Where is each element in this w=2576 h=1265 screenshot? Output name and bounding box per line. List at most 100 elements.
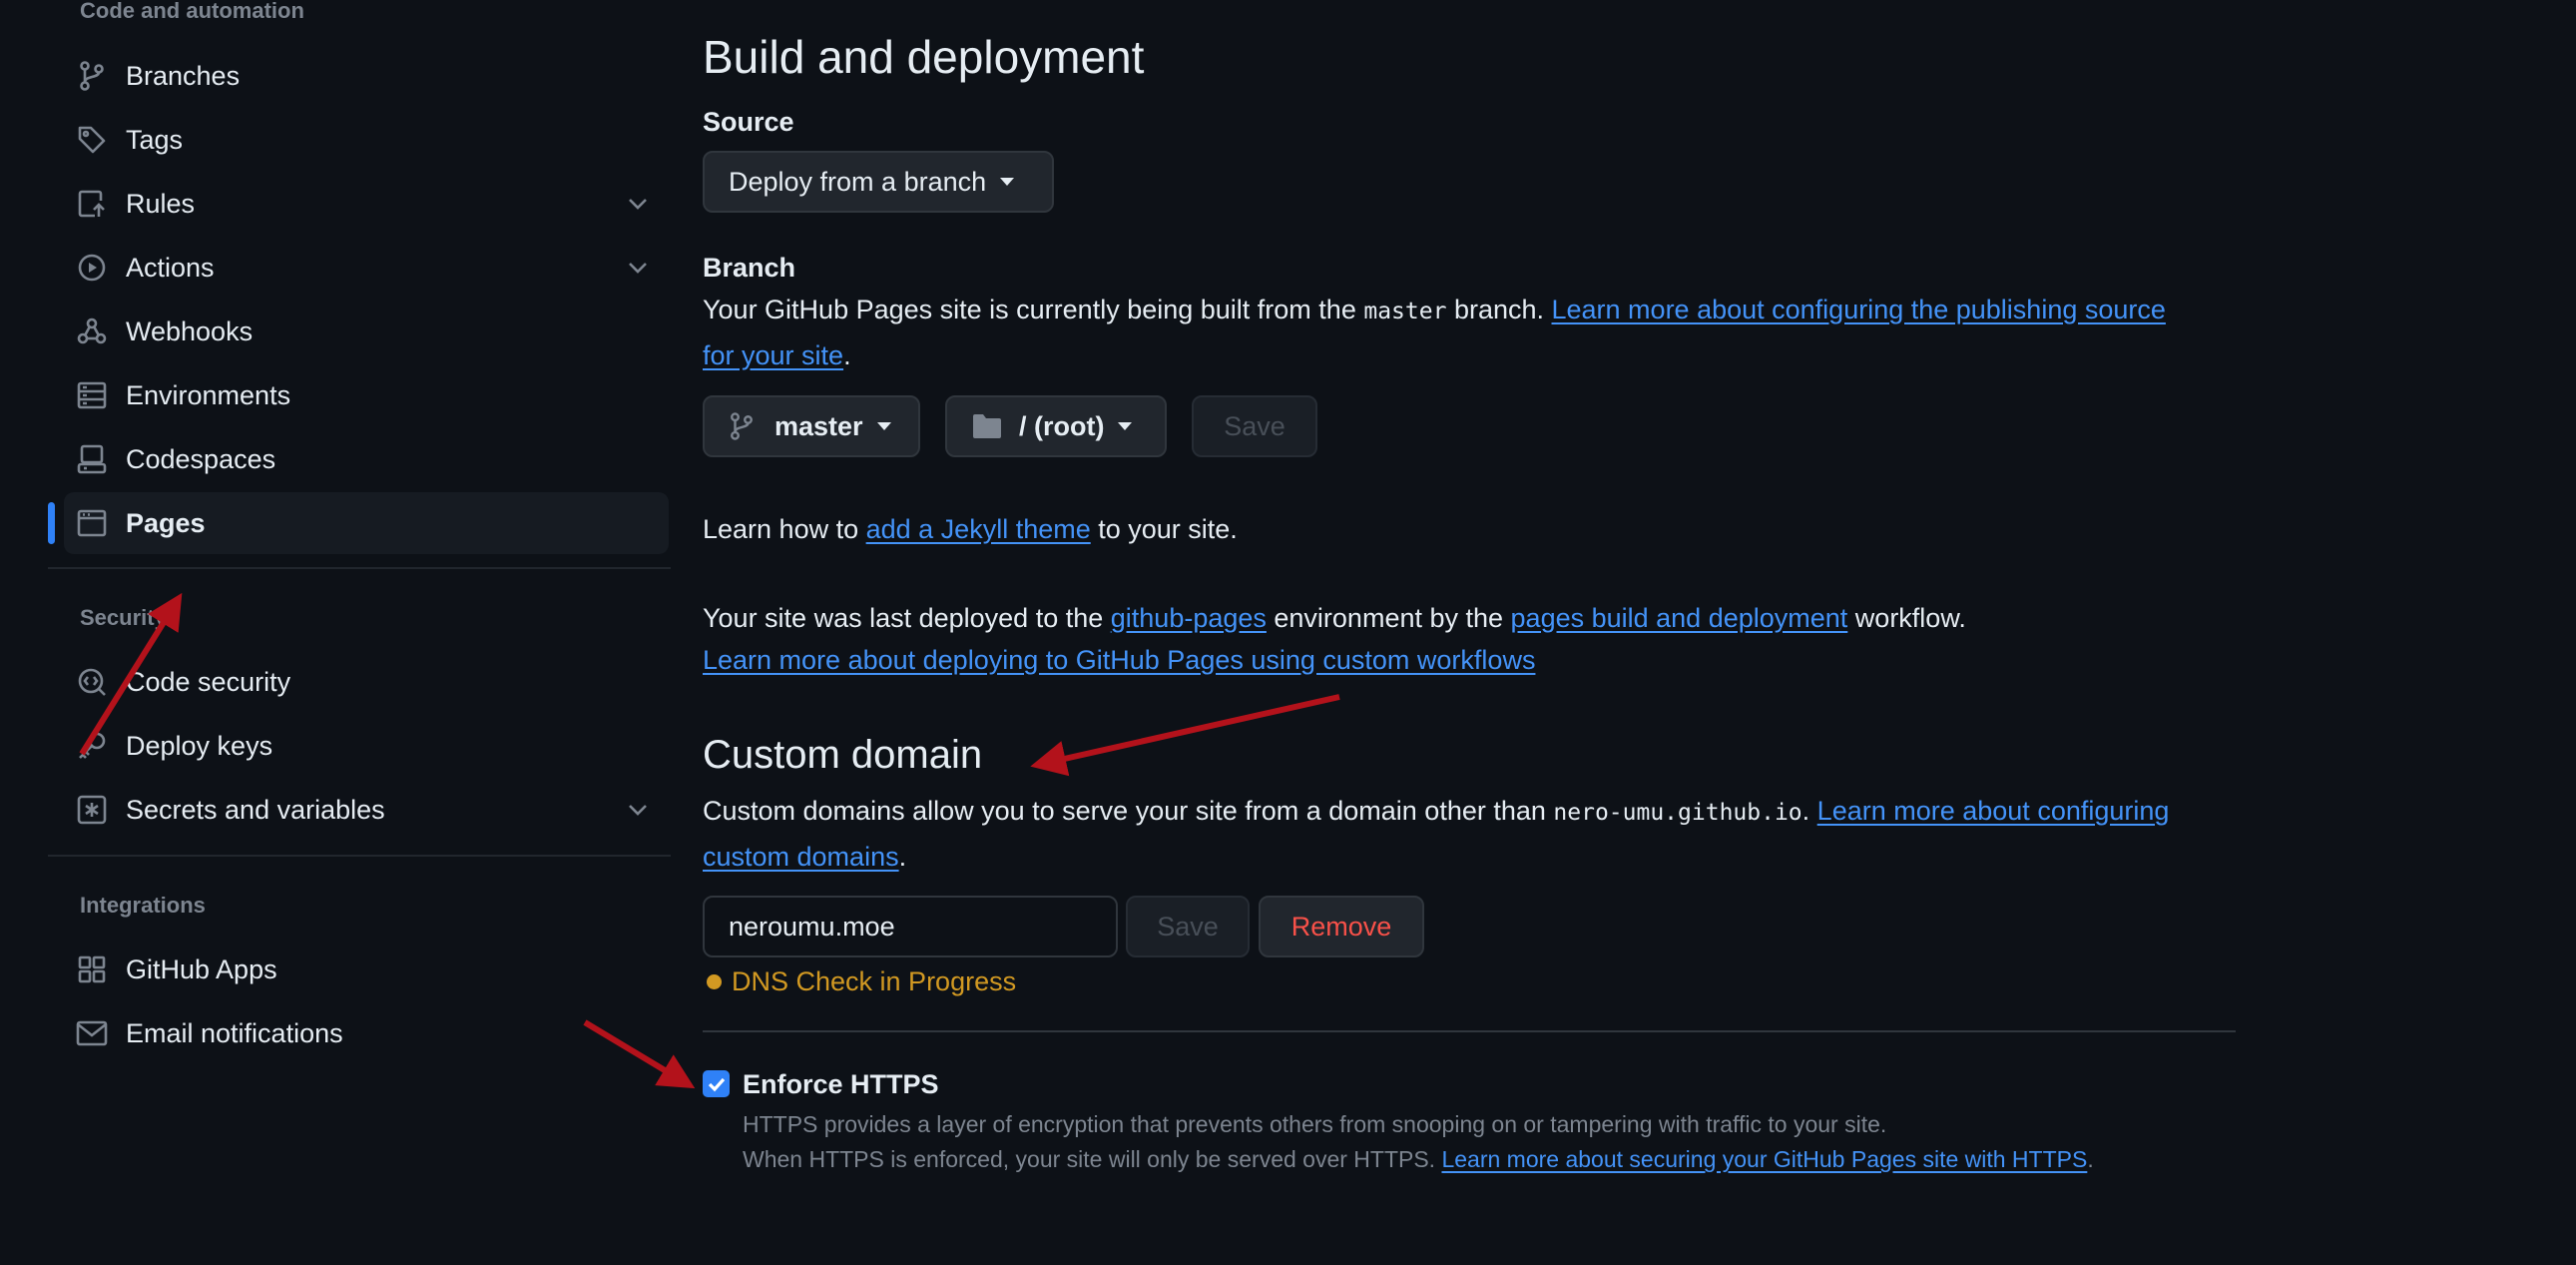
section-divider [703,1030,2236,1032]
checkmark-icon [708,1077,725,1091]
settings-page: Code and automation Branches Tags Rules … [0,0,2576,1265]
sidebar-item-branches[interactable]: Branches [64,45,669,107]
rules-icon [76,188,108,220]
branch-icon [731,412,753,440]
branch-select[interactable]: master [703,395,920,457]
publishing-source-link[interactable]: Learn more about configuring the publish… [1552,295,2166,324]
sidebar-item-label: Codespaces [126,444,276,474]
sidebar-item-github-apps[interactable]: GitHub Apps [64,939,669,1000]
sidebar-item-environments[interactable]: Environments [64,364,669,426]
chevron-down-icon[interactable] [625,797,651,823]
play-circle-icon [76,252,108,284]
sidebar-item-code-security[interactable]: Code security [64,651,669,713]
source-select-value: Deploy from a branch [729,166,987,197]
integrations-heading: Integrations [80,893,206,918]
enforce-https-checkbox[interactable] [703,1070,730,1097]
deploy-text: Your site was last deployed to the [703,603,1111,633]
custom-domain-title: Custom domain [703,733,983,777]
sidebar-item-secrets-variables[interactable]: Secrets and variables [64,779,669,841]
caret-down-icon [876,422,891,430]
pages-workflow-link[interactable]: pages build and deployment [1511,603,1848,633]
browser-icon [76,507,108,539]
chevron-down-icon[interactable] [625,255,651,281]
source-select[interactable]: Deploy from a branch [703,151,1054,213]
period: . [1802,796,1817,826]
dns-status-text: DNS Check in Progress [732,966,1017,996]
sidebar-item-email-notifications[interactable]: Email notifications [64,1002,669,1064]
security-heading: Security [80,605,167,630]
folder-icon [973,414,1001,438]
sidebar-item-webhooks[interactable]: Webhooks [64,301,669,362]
sidebar-item-label: Environments [126,380,291,410]
https-note-text: When HTTPS is enforced, your site will o… [743,1146,1442,1172]
custom-domain-description: Custom domains allow you to serve your s… [703,789,2240,879]
period: . [843,340,851,370]
source-label: Source [703,107,794,137]
key-icon [76,730,108,762]
mail-icon [76,1017,108,1049]
custom-workflows-link[interactable]: Learn more about deploying to GitHub Pag… [703,645,1535,675]
sidebar-item-label: Pages [126,508,206,538]
branch-code: master [1363,299,1447,324]
sidebar-item-label: Code security [126,667,291,697]
https-note-line1: HTTPS provides a layer of encryption tha… [743,1111,1887,1137]
publishing-source-link-cont[interactable]: for your site [703,340,843,370]
code-automation-heading: Code and automation [80,0,304,23]
caret-down-icon [1118,422,1133,430]
https-note-line2: When HTTPS is enforced, your site will o… [743,1146,2094,1173]
sidebar-item-pages[interactable]: Pages [48,492,669,554]
sidebar-item-label: Tags [126,125,184,155]
server-icon [76,379,108,411]
custom-domain-input[interactable]: neroumu.moe [703,896,1118,957]
deploy-note: Your site was last deployed to the githu… [703,597,2240,681]
jekyll-note: Learn how to add a Jekyll theme to your … [703,507,1238,551]
branch-text: Your GitHub Pages site is currently bein… [703,295,1364,324]
chevron-down-icon[interactable] [625,191,651,217]
deploy-text: workflow. [1847,603,1966,633]
default-domain-code: nero-umu.github.io [1553,800,1803,826]
sidebar-item-label: Deploy keys [126,731,273,761]
jekyll-text: Learn how to [703,514,866,544]
branch-save-button[interactable]: Save [1192,395,1317,457]
sidebar-item-rules[interactable]: Rules [64,173,669,235]
configuring-domains-link[interactable]: Learn more about configuring [1817,796,2170,826]
sidebar-item-label: Branches [126,61,241,91]
jekyll-theme-link[interactable]: add a Jekyll theme [866,514,1091,544]
custom-domain-text: Custom domains allow you to serve your s… [703,796,1554,826]
period: . [2087,1146,2094,1172]
codescan-icon [76,666,108,698]
sidebar-item-label: Actions [126,253,215,283]
branch-icon [76,60,108,92]
sidebar-item-label: Email notifications [126,1018,343,1048]
active-indicator [48,502,55,544]
caret-down-icon [1000,178,1015,186]
period: . [898,842,907,872]
sidebar-item-deploy-keys[interactable]: Deploy keys [64,715,669,777]
enforce-https-label[interactable]: Enforce HTTPS [743,1069,939,1100]
annotation-arrow-custom-domain [1030,694,1340,777]
sidebar-item-label: GitHub Apps [126,954,277,984]
sidebar-item-label: Webhooks [126,316,254,346]
dns-check-status: DNS Check in Progress [707,966,1016,997]
sidebar-item-tags[interactable]: Tags [64,109,669,171]
build-deployment-title: Build and deployment [703,31,1145,83]
sidebar-divider [48,855,671,857]
asterisk-icon [76,794,108,826]
configuring-domains-link-cont[interactable]: custom domains [703,842,899,872]
folder-select[interactable]: / (root) [945,395,1167,457]
status-dot-icon [707,974,722,989]
securing-https-link[interactable]: Learn more about securing your GitHub Pa… [1441,1146,2087,1172]
remove-domain-button[interactable]: Remove [1259,896,1424,957]
domain-save-button[interactable]: Save [1126,896,1250,957]
sidebar-item-label: Rules [126,189,196,219]
webhook-icon [76,316,108,347]
sidebar-item-actions[interactable]: Actions [64,237,669,299]
branch-select-value: master [774,410,863,441]
sidebar-item-codespaces[interactable]: Codespaces [64,428,669,490]
branch-description: Your GitHub Pages site is currently bein… [703,288,2240,377]
github-pages-env-link[interactable]: github-pages [1111,603,1267,633]
jekyll-text: to your site. [1090,514,1238,544]
apps-icon [76,953,108,985]
folder-select-value: / (root) [1019,410,1105,441]
deploy-text: environment by the [1266,603,1511,633]
